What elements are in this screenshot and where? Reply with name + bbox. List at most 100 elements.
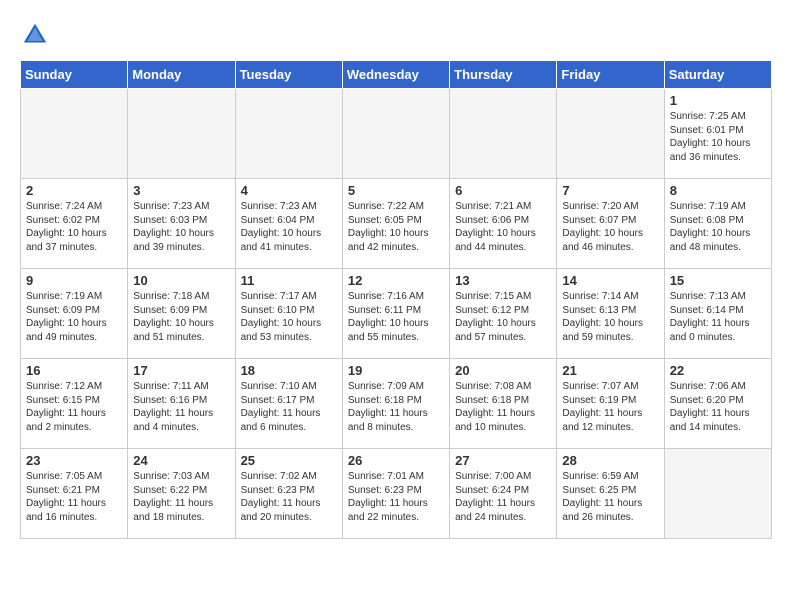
calendar-cell: 1Sunrise: 7:25 AM Sunset: 6:01 PM Daylig…	[664, 89, 771, 179]
calendar-cell: 18 Sunrise: 7:10 AM Sunset: 6:17 PM Dayli…	[235, 359, 342, 449]
day-number: 25	[241, 453, 337, 468]
page-header	[20, 20, 772, 50]
calendar-week-row: 2 Sunrise: 7:24 AM Sunset: 6:02 PM Daylig…	[21, 179, 772, 269]
calendar-cell: 9 Sunrise: 7:19 AM Sunset: 6:09 PM Daylig…	[21, 269, 128, 359]
calendar-day-header: Sunday	[21, 61, 128, 89]
calendar-cell: 14 Sunrise: 7:14 AM Sunset: 6:13 PM Dayli…	[557, 269, 664, 359]
calendar-cell: 3Sunrise: 7:23 AM Sunset: 6:03 PM Daylig…	[128, 179, 235, 269]
day-info: Sunrise: 7:09 AM Sunset: 6:18 PM Dayligh…	[348, 380, 444, 434]
calendar-cell	[128, 89, 235, 179]
calendar-cell: 17Sunrise: 7:11 AM Sunset: 6:16 PM Dayli…	[128, 359, 235, 449]
day-info: Sunrise: 7:22 AM Sunset: 6:05 PM Dayligh…	[348, 200, 444, 254]
day-number: 22	[670, 363, 766, 378]
day-info: Sunrise: 7:08 AM Sunset: 6:18 PM Dayligh…	[455, 380, 551, 434]
calendar-cell: 23 Sunrise: 7:05 AM Sunset: 6:21 PM Dayli…	[21, 449, 128, 539]
logo	[20, 20, 54, 50]
calendar-cell	[450, 89, 557, 179]
calendar-cell: 10 Sunrise: 7:18 AM Sunset: 6:09 PM Dayli…	[128, 269, 235, 359]
day-number: 10	[133, 273, 229, 288]
day-info: Sunrise: 7:17 AM Sunset: 6:10 PM Dayligh…	[241, 290, 337, 344]
day-info: Sunrise: 7:15 AM Sunset: 6:12 PM Dayligh…	[455, 290, 551, 344]
calendar-week-row: 1Sunrise: 7:25 AM Sunset: 6:01 PM Daylig…	[21, 89, 772, 179]
calendar-day-header: Friday	[557, 61, 664, 89]
day-info: Sunrise: 7:05 AM Sunset: 6:21 PM Dayligh…	[26, 470, 122, 524]
day-info: Sunrise: 7:25 AM Sunset: 6:01 PM Dayligh…	[670, 110, 766, 164]
day-number: 27	[455, 453, 551, 468]
calendar-cell: 26 Sunrise: 7:01 AM Sunset: 6:23 PM Dayli…	[342, 449, 449, 539]
calendar-cell: 16 Sunrise: 7:12 AM Sunset: 6:15 PM Dayli…	[21, 359, 128, 449]
calendar-cell: 8 Sunrise: 7:19 AM Sunset: 6:08 PM Daylig…	[664, 179, 771, 269]
day-number: 11	[241, 273, 337, 288]
day-info: Sunrise: 7:19 AM Sunset: 6:08 PM Dayligh…	[670, 200, 766, 254]
day-info: Sunrise: 7:24 AM Sunset: 6:02 PM Dayligh…	[26, 200, 122, 254]
day-info: Sunrise: 7:23 AM Sunset: 6:04 PM Dayligh…	[241, 200, 337, 254]
day-info: Sunrise: 7:07 AM Sunset: 6:19 PM Dayligh…	[562, 380, 658, 434]
calendar-day-header: Thursday	[450, 61, 557, 89]
calendar-cell: 11 Sunrise: 7:17 AM Sunset: 6:10 PM Dayli…	[235, 269, 342, 359]
day-number: 15	[670, 273, 766, 288]
day-number: 21	[562, 363, 658, 378]
day-number: 9	[26, 273, 122, 288]
calendar-cell	[342, 89, 449, 179]
calendar-cell	[664, 449, 771, 539]
calendar-cell	[557, 89, 664, 179]
calendar-day-header: Tuesday	[235, 61, 342, 89]
day-number: 13	[455, 273, 551, 288]
day-number: 26	[348, 453, 444, 468]
calendar-cell: 25 Sunrise: 7:02 AM Sunset: 6:23 PM Dayli…	[235, 449, 342, 539]
day-number: 6	[455, 183, 551, 198]
day-info: Sunrise: 7:03 AM Sunset: 6:22 PM Dayligh…	[133, 470, 229, 524]
calendar-cell: 4 Sunrise: 7:23 AM Sunset: 6:04 PM Daylig…	[235, 179, 342, 269]
calendar-week-row: 16 Sunrise: 7:12 AM Sunset: 6:15 PM Dayli…	[21, 359, 772, 449]
day-number: 18	[241, 363, 337, 378]
calendar-cell: 20 Sunrise: 7:08 AM Sunset: 6:18 PM Dayli…	[450, 359, 557, 449]
calendar-week-row: 23 Sunrise: 7:05 AM Sunset: 6:21 PM Dayli…	[21, 449, 772, 539]
day-info: Sunrise: 7:01 AM Sunset: 6:23 PM Dayligh…	[348, 470, 444, 524]
day-number: 23	[26, 453, 122, 468]
calendar-cell: 21 Sunrise: 7:07 AM Sunset: 6:19 PM Dayli…	[557, 359, 664, 449]
day-number: 20	[455, 363, 551, 378]
day-number: 8	[670, 183, 766, 198]
day-number: 24	[133, 453, 229, 468]
calendar-cell	[21, 89, 128, 179]
calendar-header-row: SundayMondayTuesdayWednesdayThursdayFrid…	[21, 61, 772, 89]
day-info: Sunrise: 7:12 AM Sunset: 6:15 PM Dayligh…	[26, 380, 122, 434]
day-info: Sunrise: 7:11 AM Sunset: 6:16 PM Dayligh…	[133, 380, 229, 434]
calendar-table: SundayMondayTuesdayWednesdayThursdayFrid…	[20, 60, 772, 539]
day-info: Sunrise: 7:19 AM Sunset: 6:09 PM Dayligh…	[26, 290, 122, 344]
day-info: Sunrise: 7:06 AM Sunset: 6:20 PM Dayligh…	[670, 380, 766, 434]
day-info: Sunrise: 7:02 AM Sunset: 6:23 PM Dayligh…	[241, 470, 337, 524]
calendar-day-header: Monday	[128, 61, 235, 89]
day-number: 19	[348, 363, 444, 378]
day-info: Sunrise: 7:20 AM Sunset: 6:07 PM Dayligh…	[562, 200, 658, 254]
day-info: Sunrise: 7:23 AM Sunset: 6:03 PM Dayligh…	[133, 200, 229, 254]
logo-icon	[20, 20, 50, 50]
calendar-cell: 13 Sunrise: 7:15 AM Sunset: 6:12 PM Dayli…	[450, 269, 557, 359]
day-number: 2	[26, 183, 122, 198]
day-number: 12	[348, 273, 444, 288]
day-info: Sunrise: 7:00 AM Sunset: 6:24 PM Dayligh…	[455, 470, 551, 524]
day-number: 28	[562, 453, 658, 468]
calendar-cell: 7Sunrise: 7:20 AM Sunset: 6:07 PM Daylig…	[557, 179, 664, 269]
calendar-cell: 12 Sunrise: 7:16 AM Sunset: 6:11 PM Dayli…	[342, 269, 449, 359]
day-info: Sunrise: 7:13 AM Sunset: 6:14 PM Dayligh…	[670, 290, 766, 344]
calendar-cell: 27 Sunrise: 7:00 AM Sunset: 6:24 PM Dayli…	[450, 449, 557, 539]
calendar-day-header: Saturday	[664, 61, 771, 89]
calendar-cell: 24 Sunrise: 7:03 AM Sunset: 6:22 PM Dayli…	[128, 449, 235, 539]
day-info: Sunrise: 7:16 AM Sunset: 6:11 PM Dayligh…	[348, 290, 444, 344]
day-info: Sunrise: 7:18 AM Sunset: 6:09 PM Dayligh…	[133, 290, 229, 344]
day-info: Sunrise: 6:59 AM Sunset: 6:25 PM Dayligh…	[562, 470, 658, 524]
calendar-week-row: 9 Sunrise: 7:19 AM Sunset: 6:09 PM Daylig…	[21, 269, 772, 359]
day-number: 14	[562, 273, 658, 288]
day-info: Sunrise: 7:14 AM Sunset: 6:13 PM Dayligh…	[562, 290, 658, 344]
calendar-cell: 15 Sunrise: 7:13 AM Sunset: 6:14 PM Dayli…	[664, 269, 771, 359]
day-info: Sunrise: 7:21 AM Sunset: 6:06 PM Dayligh…	[455, 200, 551, 254]
day-number: 4	[241, 183, 337, 198]
day-number: 5	[348, 183, 444, 198]
calendar-cell: 6 Sunrise: 7:21 AM Sunset: 6:06 PM Daylig…	[450, 179, 557, 269]
calendar-cell: 2 Sunrise: 7:24 AM Sunset: 6:02 PM Daylig…	[21, 179, 128, 269]
day-info: Sunrise: 7:10 AM Sunset: 6:17 PM Dayligh…	[241, 380, 337, 434]
calendar-cell: 28 Sunrise: 6:59 AM Sunset: 6:25 PM Dayli…	[557, 449, 664, 539]
calendar-cell: 22 Sunrise: 7:06 AM Sunset: 6:20 PM Dayli…	[664, 359, 771, 449]
day-number: 16	[26, 363, 122, 378]
